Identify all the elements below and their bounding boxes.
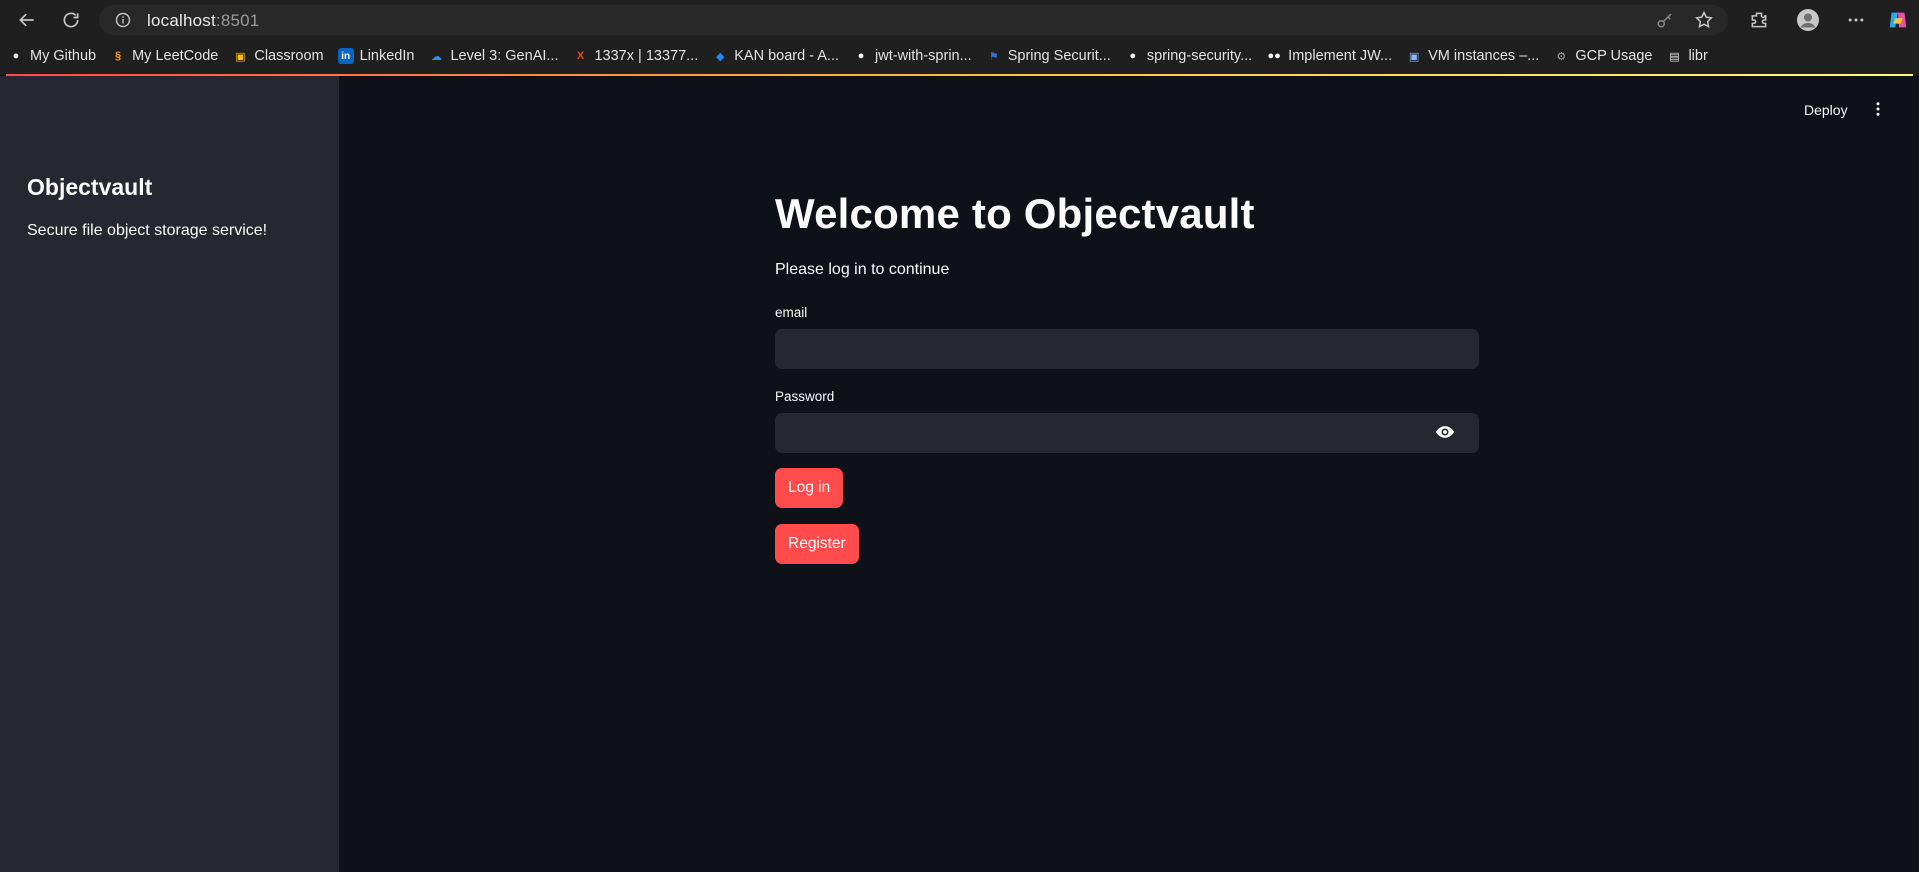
sidebar-description: Secure file object storage service! xyxy=(27,222,268,239)
avatar-icon xyxy=(1797,9,1819,31)
bookmark-label: KAN board - A... xyxy=(734,48,840,64)
compute-engine-icon: ▣ xyxy=(1408,50,1420,63)
more-horizontal-icon xyxy=(1848,18,1864,22)
bookmark-item[interactable]: ● jwt-with-sprin... xyxy=(853,43,972,69)
x-icon: X xyxy=(576,50,585,62)
key-icon[interactable] xyxy=(1656,11,1674,29)
bookmark-item[interactable]: ●● Implement JW... xyxy=(1266,43,1393,69)
bookmark-label: 1337x | 13377... xyxy=(594,48,699,64)
github-icon: ● xyxy=(12,50,20,62)
main-menu-button[interactable] xyxy=(1867,98,1889,120)
bitbucket-icon: ⚑ xyxy=(988,50,999,63)
medium-icon: ●● xyxy=(1267,50,1281,62)
sidebar: Objectvault Secure file object storage s… xyxy=(0,76,339,872)
email-label: email xyxy=(775,305,808,320)
bookmark-item[interactable]: ⚙ GCP Usage xyxy=(1553,43,1652,69)
register-button[interactable]: Register xyxy=(775,524,859,564)
bookmark-item[interactable]: ▣ Classroom xyxy=(232,43,324,69)
star-icon[interactable] xyxy=(1694,10,1714,30)
bookmark-item[interactable]: X 1337x | 13377... xyxy=(572,43,698,69)
page-subtitle: Please log in to continue xyxy=(775,261,950,278)
deploy-button[interactable]: Deploy xyxy=(1798,98,1854,122)
github-icon: ● xyxy=(857,50,865,62)
bookmark-label: jwt-with-sprin... xyxy=(875,48,972,64)
arrow-left-icon xyxy=(19,13,34,27)
url-text: localhost:8501 xyxy=(147,11,259,31)
browser-chrome: localhost:8501 ● My Github § My LeetCode ▣ Cl… xyxy=(0,0,1919,75)
more-vertical-icon xyxy=(1876,102,1880,116)
url-host: localhost xyxy=(147,11,216,30)
gear-icon: ⚙ xyxy=(1556,50,1567,63)
menu-button[interactable] xyxy=(1842,6,1870,34)
bookmark-label: My Github xyxy=(30,48,97,64)
page-title: Welcome to Objectvault xyxy=(775,190,1255,237)
show-password-button[interactable] xyxy=(1434,421,1456,443)
password-field[interactable] xyxy=(775,413,1479,453)
login-button[interactable]: Log in xyxy=(775,468,844,508)
bookmark-label: My LeetCode xyxy=(132,48,219,64)
bookmark-item[interactable]: ▤ libr xyxy=(1666,43,1708,69)
sidebar-title: Objectvault xyxy=(27,174,153,200)
linkedin-icon: in xyxy=(337,48,354,64)
bookmark-item[interactable]: ⚑ Spring Securit... xyxy=(986,43,1111,69)
bookmark-label: LinkedIn xyxy=(359,48,415,64)
puzzle-icon xyxy=(1751,12,1767,28)
bookmark-label: VM instances –... xyxy=(1428,48,1540,64)
bookmark-label: Level 3: GenAI... xyxy=(450,48,559,64)
bookmark-item[interactable]: § My LeetCode xyxy=(110,43,218,69)
copilot-button[interactable] xyxy=(1884,6,1912,34)
folder-icon: ▤ xyxy=(1669,50,1680,63)
reload-button[interactable] xyxy=(56,6,86,34)
bookmark-label: spring-security... xyxy=(1146,48,1253,64)
browser-toolbar: localhost:8501 xyxy=(0,0,1919,40)
bookmark-item[interactable]: ● My Github xyxy=(8,43,96,69)
bookmark-label: libr xyxy=(1688,48,1708,64)
github-icon: ● xyxy=(1129,50,1137,62)
bookmark-item[interactable]: in LinkedIn xyxy=(337,43,415,69)
bookmark-item[interactable]: ● spring-security... xyxy=(1125,43,1253,69)
back-button[interactable] xyxy=(12,6,42,34)
bookmark-label: Implement JW... xyxy=(1288,48,1393,64)
bookmark-item[interactable]: ▣ VM instances –... xyxy=(1406,43,1539,69)
eye-icon xyxy=(1435,426,1455,438)
address-bar[interactable]: localhost:8501 xyxy=(99,5,1728,35)
google-cloud-icon: ☁ xyxy=(430,50,442,63)
bookmark-item[interactable]: ◆ KAN board - A... xyxy=(712,43,839,69)
bookmark-label: GCP Usage xyxy=(1575,48,1653,64)
jira-icon: ◆ xyxy=(716,50,725,63)
profile-button[interactable] xyxy=(1794,6,1822,34)
bookmarks-bar: ● My Github § My LeetCode ▣ Classroom in Linked… xyxy=(0,43,1919,69)
password-label: Password xyxy=(775,389,835,404)
url-port: :8501 xyxy=(215,11,260,30)
classroom-icon: ▣ xyxy=(235,50,246,63)
bookmark-label: Classroom xyxy=(254,48,324,64)
site-info-icon[interactable] xyxy=(115,12,131,28)
copilot-icon xyxy=(1889,12,1907,28)
reload-icon xyxy=(63,12,79,28)
bookmark-label: Spring Securit... xyxy=(1007,48,1111,64)
leetcode-icon: § xyxy=(115,50,122,62)
email-field[interactable] xyxy=(775,329,1479,369)
bookmark-item[interactable]: ☁ Level 3: GenAI... xyxy=(428,43,559,69)
extensions-button[interactable] xyxy=(1745,6,1773,34)
